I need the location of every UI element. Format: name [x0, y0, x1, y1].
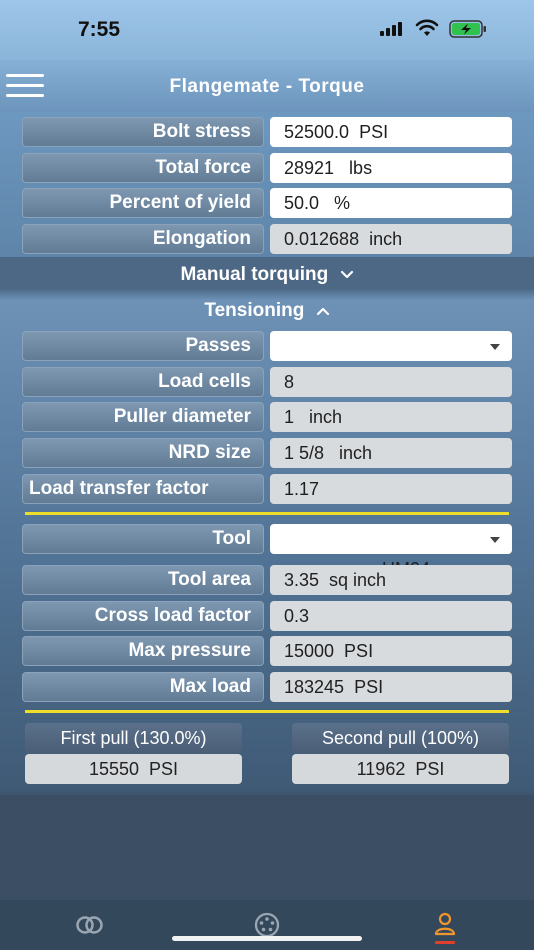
- nrd-size-row: NRD size 1 5/8 inch: [22, 438, 512, 468]
- page-title: Flangemate - Torque: [169, 76, 365, 97]
- elongation-value: 0.012688 inch: [270, 224, 512, 254]
- passes-select[interactable]: 2: [270, 331, 512, 386]
- load-transfer-factor-label: Load transfer factor: [22, 474, 264, 504]
- app-screen: 7:55 Flangemate - Torque Bolt stress 525…: [0, 0, 534, 950]
- max-pressure-row: Max pressure 15000 PSI: [22, 636, 512, 666]
- first-pull-value: 15550 PSI: [25, 754, 242, 784]
- elongation-label: Elongation: [22, 224, 264, 254]
- home-indicator: [172, 936, 362, 941]
- load-cells-row: Load cells 8: [22, 367, 512, 397]
- load-transfer-factor-row: Load transfer factor 1.17: [22, 474, 512, 504]
- passes-row: Passes 2: [22, 331, 512, 386]
- percent-of-yield-row: Percent of yield 50.0 %: [22, 188, 512, 218]
- battery-charging-icon: [449, 20, 486, 38]
- wifi-icon: [415, 19, 439, 36]
- section-divider: [25, 710, 509, 713]
- total-force-field[interactable]: 28921 lbs: [270, 153, 512, 183]
- percent-of-yield-label: Percent of yield: [22, 188, 264, 218]
- dropdown-caret-icon: [490, 344, 500, 350]
- passes-label: Passes: [22, 331, 264, 361]
- nav-header: Flangemate - Torque: [0, 60, 534, 112]
- tool-area-value: 3.35 sq inch: [270, 565, 512, 595]
- percent-of-yield-field[interactable]: 50.0 %: [270, 188, 512, 218]
- elongation-row: Elongation 0.012688 inch: [22, 224, 512, 254]
- puller-diameter-value: 1 inch: [270, 402, 512, 432]
- status-time: 7:55: [78, 18, 121, 41]
- nrd-size-value: 1 5/8 inch: [270, 438, 512, 468]
- cross-load-factor-label: Cross load factor: [22, 601, 264, 631]
- second-pull-label: Second pull (100%): [292, 723, 509, 753]
- chevron-up-icon: [316, 307, 329, 316]
- bolt-stress-row: Bolt stress 52500.0 PSI: [22, 117, 512, 147]
- tab-bar: [0, 900, 534, 950]
- tool-area-label: Tool area: [22, 565, 264, 595]
- bolt-stress-field[interactable]: 52500.0 PSI: [270, 117, 512, 147]
- status-bar: 7:55: [0, 0, 534, 60]
- nrd-size-label: NRD size: [22, 438, 264, 468]
- puller-diameter-row: Puller diameter 1 inch: [22, 402, 512, 432]
- total-force-row: Total force 28921 lbs: [22, 153, 512, 183]
- empty-content-area: [0, 795, 534, 900]
- load-cells-value: 8: [270, 367, 512, 397]
- tool-select[interactable]: HM04: [270, 524, 512, 579]
- tool-area-row: Tool area 3.35 sq inch: [22, 565, 512, 595]
- puller-diameter-label: Puller diameter: [22, 402, 264, 432]
- max-pressure-label: Max pressure: [22, 636, 264, 666]
- person-icon[interactable]: [433, 912, 457, 946]
- cross-load-factor-row: Cross load factor 0.3: [22, 601, 512, 631]
- tool-row: Tool HM04: [22, 524, 512, 579]
- tensioning-label: Tensioning: [204, 300, 305, 321]
- max-load-label: Max load: [22, 672, 264, 702]
- first-pull-label: First pull (130.0%): [25, 723, 242, 753]
- bolt-stress-label: Bolt stress: [22, 117, 264, 147]
- tool-label: Tool: [22, 524, 264, 554]
- max-load-row: Max load 183245 PSI: [22, 672, 512, 702]
- manual-torquing-toggle[interactable]: Manual torquing: [0, 264, 534, 286]
- cellular-signal-icon: [380, 22, 406, 36]
- tensioning-toggle[interactable]: Tensioning: [0, 300, 534, 322]
- chevron-down-icon: [340, 270, 353, 279]
- manual-torquing-label: Manual torquing: [180, 264, 329, 285]
- dropdown-caret-icon: [490, 537, 500, 543]
- second-pull-value: 11962 PSI: [292, 754, 509, 784]
- cross-load-factor-value: 0.3: [270, 601, 512, 631]
- max-pressure-value: 15000 PSI: [270, 636, 512, 666]
- flange-icon[interactable]: [253, 912, 281, 938]
- max-load-value: 183245 PSI: [270, 672, 512, 702]
- load-cells-label: Load cells: [22, 367, 264, 397]
- load-transfer-factor-value: 1.17: [270, 474, 512, 504]
- total-force-label: Total force: [22, 153, 264, 183]
- overlap-circles-icon[interactable]: [75, 915, 105, 935]
- section-divider: [25, 512, 509, 515]
